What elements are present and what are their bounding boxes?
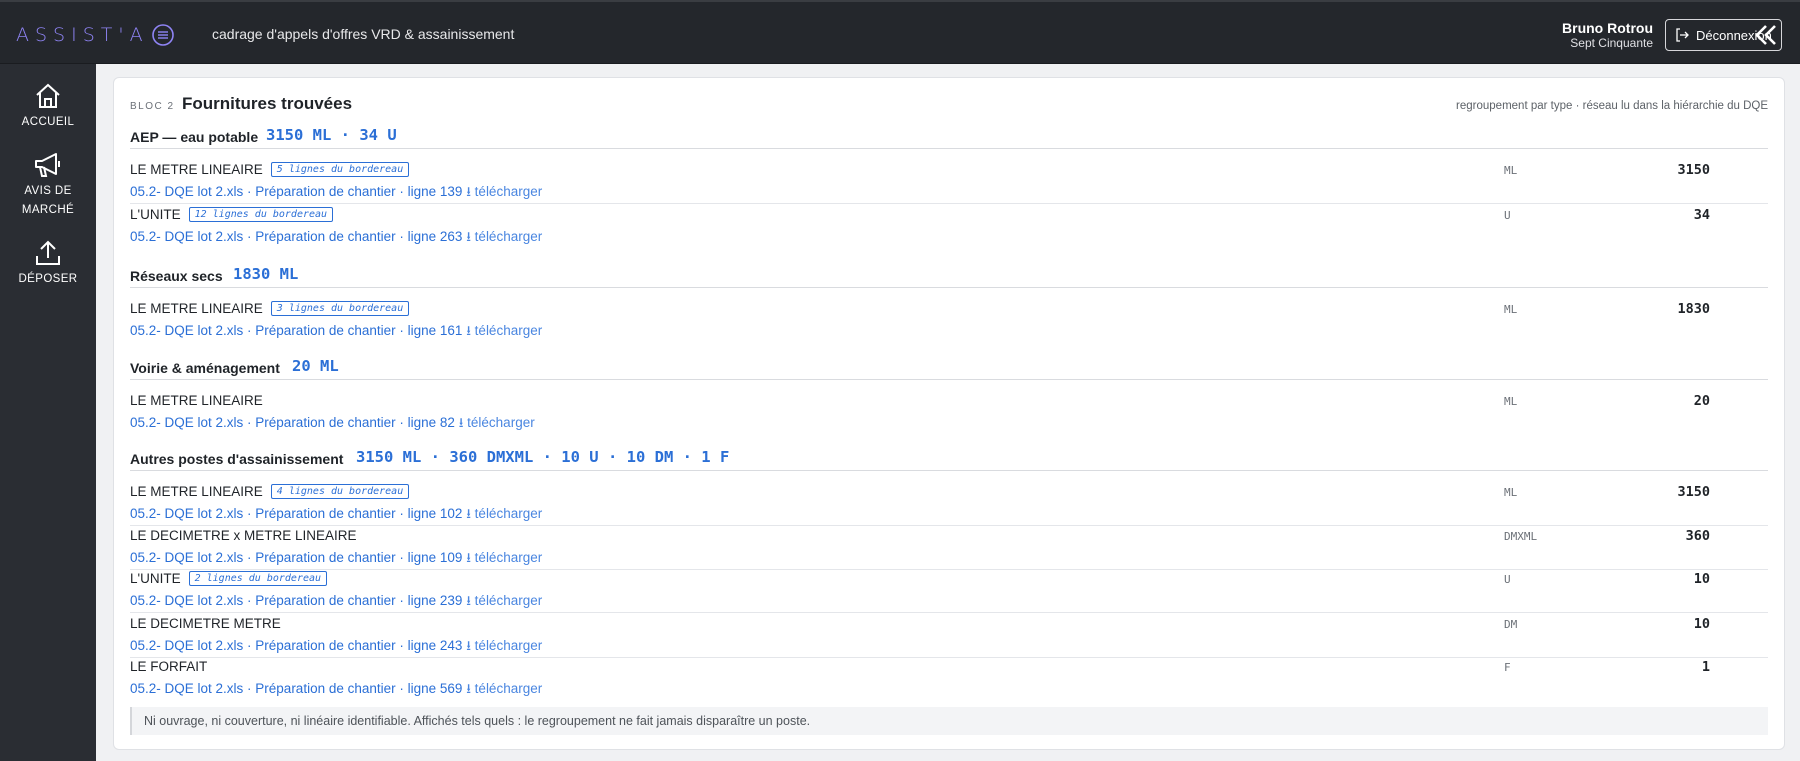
download-link[interactable]: ⭳ télécharger (459, 415, 535, 430)
footnote: Ni ouvrage, ni couverture, ni linéaire i… (130, 707, 1768, 735)
home-icon (36, 83, 60, 108)
card-title: Fournitures trouvées (182, 94, 353, 113)
sidebar-item-label: AVIS DE (24, 185, 72, 197)
quantity: 3150 (1677, 484, 1710, 500)
unit: F (1504, 661, 1511, 674)
source-link[interactable]: 05.2- DQE lot 2.xls · Préparation de cha… (130, 681, 462, 696)
row-label: LE METRE LINEAIRE (130, 301, 263, 316)
source-link[interactable]: 05.2- DQE lot 2.xls · Préparation de cha… (130, 323, 462, 338)
supply-row: LE METRE LINEAIRE 5 lignes du bordereau … (130, 160, 1768, 204)
unit: ML (1504, 395, 1518, 408)
row-label: LE METRE LINEAIRE (130, 484, 263, 499)
logo-mark-icon (151, 24, 174, 46)
sidebar-item-accueil[interactable]: ACCUEIL (0, 82, 96, 132)
source-link[interactable]: 05.2- DQE lot 2.xls · Préparation de cha… (130, 184, 462, 199)
user-info: Bruno Rotrou Sept Cinquante (1562, 20, 1653, 51)
row-label: LE FORFAIT (130, 659, 208, 674)
lines-badge: 4 lignes du bordereau (270, 484, 410, 499)
unit: ML (1504, 303, 1518, 316)
quantity: 34 (1693, 207, 1710, 223)
group-name: Réseaux secs (130, 268, 223, 284)
quantity: 20 (1693, 393, 1710, 409)
sidebar: ACCUEIL AVIS DE MARCHÉ DÉPOSER (0, 64, 96, 761)
group-name: Autres postes d'assainissement (130, 451, 344, 467)
download-link[interactable]: ⭳ télécharger (466, 506, 542, 521)
quantity: 10 (1693, 571, 1710, 587)
download-link[interactable]: ⭳ télécharger (466, 593, 542, 608)
source-link[interactable]: 05.2- DQE lot 2.xls · Préparation de cha… (130, 229, 462, 244)
logo-text: ASSIST'A (16, 24, 149, 46)
unit: U (1504, 209, 1511, 222)
sidebar-item-label: ACCUEIL (21, 116, 75, 128)
supply-row: LE DECIMETRE METRE 05.2- DQE lot 2.xls ·… (130, 614, 1768, 658)
megaphone-icon (35, 153, 60, 177)
row-label: L'UNITE (130, 571, 181, 586)
group-total: 3150 ML · 34 U (266, 126, 397, 144)
sidebar-item-deposer[interactable]: DÉPOSER (0, 239, 96, 289)
supply-row: LE METRE LINEAIRE 4 lignes du bordereau … (130, 482, 1768, 526)
group-total: 1830 ML (233, 265, 299, 283)
download-link[interactable]: ⭳ télécharger (466, 323, 542, 338)
unit: ML (1504, 164, 1518, 177)
lines-badge: 5 lignes du bordereau (270, 162, 410, 177)
user-name: Bruno Rotrou (1562, 20, 1653, 36)
download-link[interactable]: ⭳ télécharger (466, 681, 542, 696)
row-label: LE METRE LINEAIRE (130, 393, 263, 408)
group-total: 3150 ML · 360 DMXML · 10 U · 10 DM · 1 F (356, 448, 730, 466)
group-name: AEP — eau potable (130, 129, 259, 145)
app-logo[interactable]: ASSIST'A (16, 21, 175, 49)
download-link[interactable]: ⭳ télécharger (466, 638, 542, 653)
source-link[interactable]: 05.2- DQE lot 2.xls · Préparation de cha… (130, 506, 462, 521)
download-link[interactable]: ⭳ télécharger (466, 550, 542, 565)
quantity: 360 (1685, 528, 1710, 544)
group-name: Voirie & aménagement (130, 360, 280, 376)
source-link[interactable]: 05.2- DQE lot 2.xls · Préparation de cha… (130, 415, 455, 430)
supply-row: LE FORFAIT 05.2- DQE lot 2.xls · Prépara… (130, 657, 1768, 701)
lines-badge: 2 lignes du bordereau (188, 571, 328, 586)
source-link[interactable]: 05.2- DQE lot 2.xls · Préparation de cha… (130, 638, 462, 653)
unit: DM (1504, 618, 1518, 631)
supply-row: L'UNITE 2 lignes du bordereau 05.2- DQE … (130, 569, 1768, 613)
unit: ML (1504, 486, 1518, 499)
quantity: 1830 (1677, 301, 1710, 317)
supply-row: LE METRE LINEAIRE 3 lignes du bordereau … (130, 299, 1768, 343)
top-bar: ASSIST'A cadrage d'appels d'offres VRD &… (0, 0, 1800, 64)
group-header: Réseaux secs 1830 ML (130, 264, 1768, 288)
source-link[interactable]: 05.2- DQE lot 2.xls · Préparation de cha… (130, 593, 462, 608)
row-label: L'UNITE (130, 207, 181, 222)
row-label: LE DECIMETRE x METRE LINEAIRE (130, 528, 357, 543)
group-total: 20 ML (292, 357, 339, 375)
supply-row: L'UNITE 12 lignes du bordereau 05.2- DQE… (130, 205, 1768, 249)
quantity: 10 (1693, 616, 1710, 632)
collapse-icon[interactable] (1752, 22, 1780, 48)
supply-row: LE DECIMETRE x METRE LINEAIRE 05.2- DQE … (130, 526, 1768, 570)
lines-badge: 3 lignes du bordereau (270, 301, 410, 316)
unit: DMXML (1504, 530, 1538, 543)
quantity: 1 (1701, 659, 1710, 675)
card-header: BLOC 2 Fournitures trouvées regroupement… (130, 94, 1768, 116)
supply-row: LE METRE LINEAIRE 05.2- DQE lot 2.xls · … (130, 391, 1768, 435)
source-link[interactable]: 05.2- DQE lot 2.xls · Préparation de cha… (130, 550, 462, 565)
download-link[interactable]: ⭳ télécharger (466, 184, 542, 199)
app-subtitle: cadrage d'appels d'offres VRD & assainis… (212, 26, 515, 42)
user-org: Sept Cinquante (1570, 36, 1653, 50)
bloc-label: BLOC 2 (130, 101, 175, 112)
sidebar-item-label-line2: MARCHÉ (21, 204, 75, 216)
fournitures-card: BLOC 2 Fournitures trouvées regroupement… (113, 77, 1785, 750)
row-label: LE METRE LINEAIRE (130, 162, 263, 177)
quantity: 3150 (1677, 162, 1710, 178)
group-header: Autres postes d'assainissement 3150 ML ·… (130, 447, 1768, 471)
group-header: AEP — eau potable 3150 ML · 34 U (130, 125, 1768, 149)
row-label: LE DECIMETRE METRE (130, 616, 281, 631)
lines-badge: 12 lignes du bordereau (188, 207, 334, 222)
download-link[interactable]: ⭳ télécharger (466, 229, 542, 244)
logout-icon (1676, 28, 1689, 42)
grouping-note: regroupement par type · réseau lu dans l… (1456, 100, 1768, 112)
unit: U (1504, 573, 1511, 586)
group-header: Voirie & aménagement 20 ML (130, 356, 1768, 380)
sidebar-item-avis-de-marche[interactable]: AVIS DE MARCHÉ (0, 151, 96, 220)
sidebar-item-label: DÉPOSER (18, 273, 78, 285)
upload-icon (36, 240, 60, 265)
